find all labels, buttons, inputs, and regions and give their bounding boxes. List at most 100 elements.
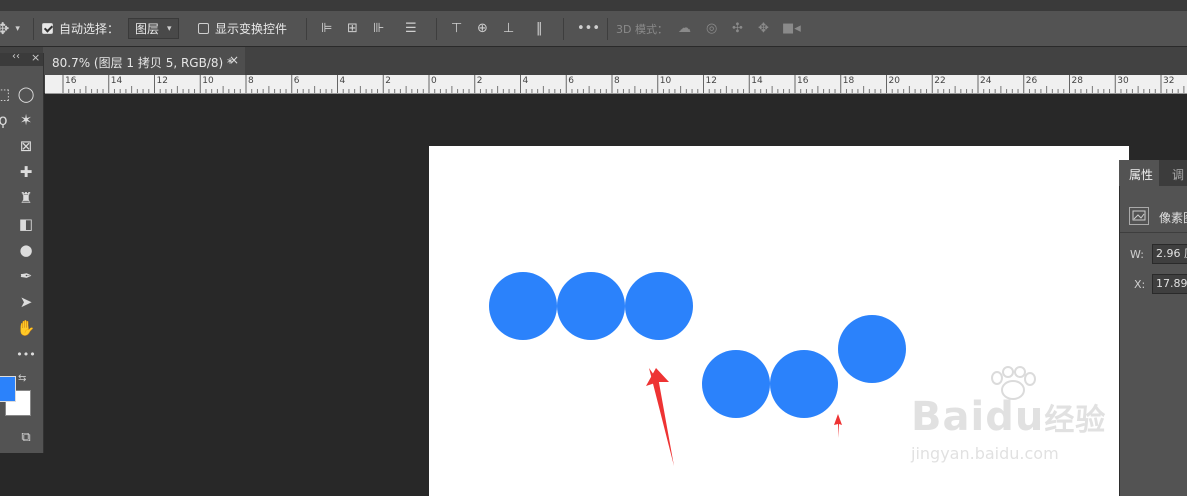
more-glyph: ••• [577,21,601,36]
ruler-label: 10 [659,76,672,86]
watermark-brand-cn: 经验 [1044,403,1107,438]
magic-wand-icon[interactable]: ✶ [15,109,37,131]
image-icon [1129,207,1149,225]
menu-bar-edge [0,0,1187,11]
checkbox-icon [198,23,209,34]
ruler-label: 24 [980,76,992,86]
swap-colors-icon[interactable]: ⇆ [18,373,26,384]
chevron-down-icon: ▾ [167,23,172,34]
show-transform-label: 显示变换控件 [215,22,288,36]
baidu-watermark: Baidu经验 jingyan.baidu.com [911,366,1131,476]
ruler-label: 22 [934,76,946,86]
align-middle-v-icon[interactable]: ⊕ [477,11,488,46]
width-field[interactable]: 2.96 厘 [1152,244,1187,264]
align-bottom-icon[interactable]: ⊥ [503,11,514,46]
slide-3d-icon[interactable]: ✥ [758,11,769,46]
ruler-label: 12 [705,76,717,86]
collapse-icon[interactable]: ‹‹ [12,51,20,62]
auto-select-checkbox[interactable]: 自动选择： [42,11,119,46]
ruler-label: 6 [568,76,574,86]
ruler-label: 16 [797,76,809,86]
ruler-label: 30 [1117,76,1129,86]
roll-3d-icon[interactable]: ◎ [706,11,717,46]
selection-tool-icon[interactable]: ⬚ [0,83,14,105]
more-tools-icon[interactable]: ••• [15,343,37,365]
toolbox-header: ‹‹ × [0,51,43,66]
tab-properties[interactable]: 属性 [1119,160,1159,186]
properties-panel: 像素图 W: 2.96 厘 X: 17.89 厘 [1119,160,1187,496]
distribute-icon[interactable]: ☰ [405,11,417,46]
hand-tool-icon[interactable]: ✋ [15,317,37,339]
align-top-icon[interactable]: ⊤ [451,11,462,46]
tab-properties-label: 属性 [1129,168,1154,182]
distribute-v-icon[interactable]: ‖ [536,11,543,46]
clone-stamp-icon[interactable]: ♜ [15,187,37,209]
eraser-icon[interactable]: ◧ [15,213,37,235]
ruler-label: 14 [110,76,123,86]
x-label: X: [1134,278,1146,291]
options-bar: ✥ ▾ 自动选择： 图层 ▾ 显示变换控件 ⊫ ⊞ ⊪ ☰ ⊤ ⊕ ⊥ ‖ ••• … [0,11,1187,47]
circle-shape[interactable] [838,315,906,383]
more-options-icon[interactable]: ••• [577,11,600,46]
circle-shape[interactable] [489,272,557,340]
watermark-brand: Baidu [911,394,1045,440]
align-center-h-icon[interactable]: ⊞ [347,11,358,46]
align-right-icon[interactable]: ⊪ [373,11,384,46]
circle-shape[interactable] [557,272,625,340]
ellipse-marquee-icon[interactable]: ◯ [15,83,37,105]
camera-3d-icon[interactable]: ■◂ [782,11,801,46]
close-icon[interactable]: × [229,53,239,67]
document-tab-title: 80.7% (图层 1 拷贝 5, RGB/8) * [52,56,234,70]
align-left-icon[interactable]: ⊫ [321,11,332,46]
pixel-layer-label: 像素图 [1159,211,1187,225]
pan-3d-icon[interactable]: ✣ [732,11,743,46]
document-canvas[interactable]: Baidu经验 jingyan.baidu.com [429,146,1129,496]
ruler-label: 16 [65,76,77,86]
circle-shape[interactable] [770,350,838,418]
properties-tab-bar: 属性 调 [1119,160,1187,186]
path-selection-icon[interactable]: ➤ [15,291,37,313]
checkbox-icon [42,23,53,34]
screen-mode-icon[interactable]: ⧉ [15,426,37,448]
auto-select-label: 自动选择： [59,22,120,36]
circle-shape[interactable] [625,272,693,340]
healing-brush-icon[interactable]: ✚ [15,161,37,183]
red-arrow-small [834,414,842,438]
ruler-label: 12 [156,76,168,86]
tab-adjust[interactable]: 调 [1172,166,1184,183]
ruler-label: 32 [1163,76,1175,86]
ruler-label: 18 [842,76,855,86]
pen-tool-icon[interactable]: ✒ [15,265,37,287]
ruler-label: 14 [751,76,763,86]
ruler-label: 8 [614,76,620,86]
circle-shape[interactable] [702,350,770,418]
toolbox-panel: ⬚ ◯ ϙ ✶ ⊠ ✚ ♜ ◧ ● ✒ ➤ ✋ ••• ⇆ ⧉ [0,53,44,453]
w-label: W: [1130,248,1144,261]
ruler-label: 4 [339,76,346,86]
ruler-label: 8 [248,76,254,86]
show-transform-checkbox[interactable]: 显示变换控件 [198,11,287,46]
mode-3d-label: 3D 模式： [616,22,668,36]
document-tab[interactable]: 80.7% (图层 1 拷贝 5, RGB/8) * × [43,47,245,75]
x-position-field[interactable]: 17.89 厘 [1152,274,1187,294]
orbit-3d-icon[interactable]: ☁ [678,11,691,46]
foreground-color-swatch[interactable] [0,376,16,402]
ruler-label: 6 [293,76,300,86]
lasso-tool-icon[interactable]: ϙ [0,109,14,131]
ruler-label: 0 [431,76,437,86]
watermark-url: jingyan.baidu.com [911,444,1059,463]
horizontal-ruler[interactable]: 16 14 12 10 8 6 4 2 0 2 4 6 8 10 12 14 16 18 20 22 24 26 28 30 3… [45,75,1187,94]
ruler-label: 2 [476,76,483,86]
layer-dropdown[interactable]: 图层 ▾ [128,11,179,46]
ruler-label: 28 [1071,76,1083,86]
ruler-label: 4 [522,76,529,86]
slice-tool-icon[interactable]: ⊠ [15,135,37,157]
layer-dropdown-value: 图层 [135,22,160,36]
ruler-label: 26 [1025,76,1038,86]
toolbox-close-icon[interactable]: × [31,51,40,64]
ruler-label: 2 [385,76,391,86]
blur-drop-icon[interactable]: ● [15,239,37,261]
move-tool-icon[interactable]: ✥ ▾ [0,11,20,46]
ruler-label: 10 [202,76,214,86]
ruler-label: 20 [888,76,900,86]
